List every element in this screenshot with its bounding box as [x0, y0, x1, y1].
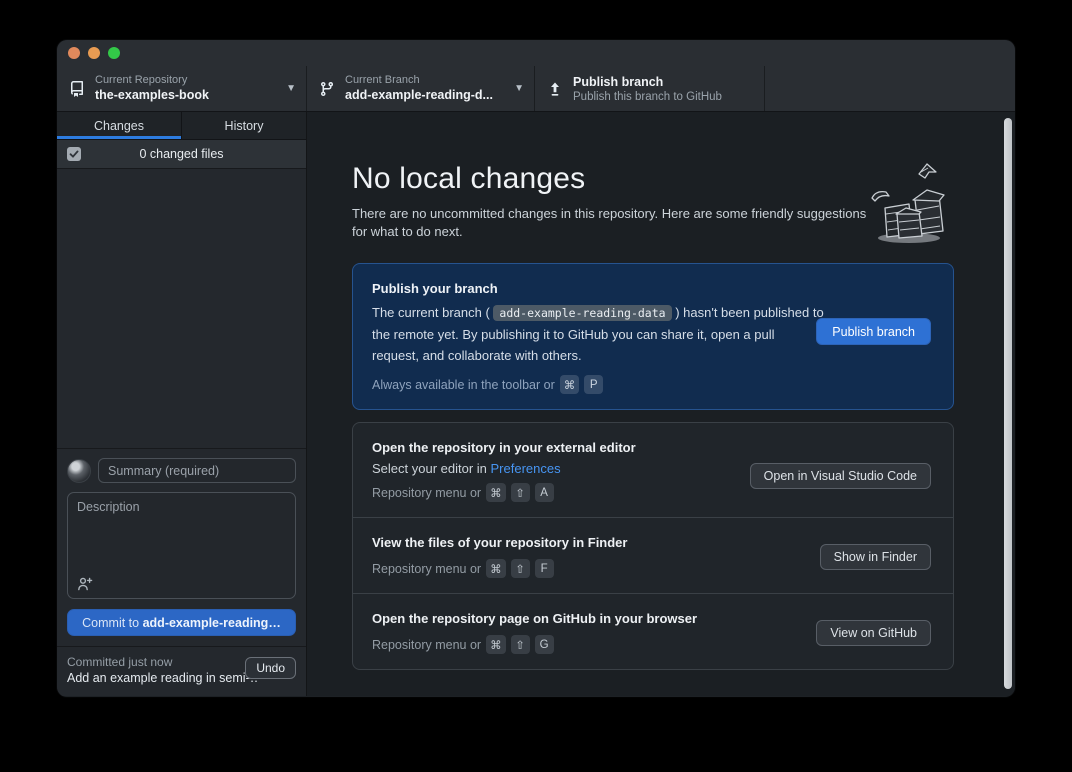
current-branch-label: Current Branch	[345, 74, 508, 87]
editor-line-text: Select your editor in	[372, 461, 491, 476]
minimize-button[interactable]	[88, 47, 100, 59]
undo-bar: Committed just now Add an example readin…	[57, 646, 306, 696]
commit-form: Commit to add-example-reading…	[57, 448, 306, 646]
git-branch-icon	[319, 81, 335, 97]
tab-history[interactable]: History	[181, 112, 306, 139]
avatar[interactable]	[67, 459, 91, 483]
current-branch-value: add-example-reading-d...	[345, 87, 508, 103]
changed-files-row: 0 changed files	[57, 140, 306, 169]
cmd-keycap: ⌘	[486, 559, 506, 578]
publish-branch-toolbar-button[interactable]: Publish branch Publish this branch to Gi…	[535, 66, 765, 111]
cmd-keycap: ⌘	[486, 635, 506, 654]
select-all-checkbox[interactable]	[67, 147, 81, 161]
close-button[interactable]	[68, 47, 80, 59]
changed-files-count: 0 changed files	[57, 147, 306, 161]
traffic-lights	[68, 47, 120, 59]
page-subtitle: There are no uncommitted changes in this…	[352, 205, 872, 241]
toolbar: Current Repository the-examples-book ▼ C…	[57, 66, 1015, 112]
g-keycap: G	[535, 635, 554, 654]
paper-basket-illustration	[863, 156, 951, 248]
a-keycap: A	[535, 483, 554, 502]
p-keycap: P	[584, 375, 603, 394]
undo-button[interactable]: Undo	[245, 657, 296, 679]
current-branch-dropdown[interactable]: Current Branch add-example-reading-d... …	[307, 66, 535, 111]
title-bar[interactable]	[57, 40, 1015, 66]
zoom-button[interactable]	[108, 47, 120, 59]
cmd-keycap: ⌘	[560, 375, 580, 394]
open-in-editor-button[interactable]: Open in Visual Studio Code	[750, 463, 931, 489]
publish-branch-title: Publish branch	[573, 74, 754, 90]
changes-history-tabs: Changes History	[57, 112, 306, 140]
main-panel: No local changes There are no uncommitte…	[307, 112, 1015, 696]
publish-hint-text: Always available in the toolbar or	[372, 378, 555, 392]
description-box	[67, 492, 296, 599]
commit-button-branch: add-example-reading…	[143, 616, 281, 630]
show-in-finder-button[interactable]: Show in Finder	[820, 544, 931, 570]
vertical-scrollbar[interactable]	[1004, 118, 1012, 689]
toolbar-spacer	[765, 66, 1015, 111]
tab-changes[interactable]: Changes	[57, 112, 181, 139]
branch-code-chip: add-example-reading-data	[493, 305, 671, 321]
changes-list-empty-area	[57, 169, 306, 448]
hint-text: Repository menu or	[372, 562, 481, 576]
shift-keycap: ⇧	[511, 559, 530, 578]
suggestion-external-editor: Open the repository in your external edi…	[353, 423, 953, 517]
last-commit-message: Add an example reading in semi-…	[67, 670, 257, 687]
check-icon	[69, 149, 79, 159]
cmd-keycap: ⌘	[486, 483, 506, 502]
commit-button-prefix: Commit to	[82, 616, 142, 630]
publish-panel-title: Publish your branch	[372, 281, 934, 296]
github-desktop-window: Current Repository the-examples-book ▼ C…	[57, 40, 1015, 697]
publish-panel-body: The current branch ( add-example-reading…	[372, 302, 824, 366]
suggestion-show-in-finder: View the files of your repository in Fin…	[353, 517, 953, 593]
chevron-down-icon: ▼	[514, 83, 524, 94]
suggestion-view-on-github: Open the repository page on GitHub in yo…	[353, 593, 953, 669]
current-repository-value: the-examples-book	[95, 87, 280, 103]
repo-icon	[69, 81, 85, 97]
publish-branch-subtitle: Publish this branch to GitHub	[573, 90, 754, 104]
summary-input[interactable]	[98, 458, 296, 483]
publish-branch-panel: Publish your branch The current branch (…	[352, 263, 954, 410]
upload-icon	[547, 81, 563, 97]
sidebar: Changes History 0 changed files	[57, 112, 307, 696]
shift-keycap: ⇧	[511, 635, 530, 654]
shift-keycap: ⇧	[511, 483, 530, 502]
hint-text: Repository menu or	[372, 638, 481, 652]
view-on-github-button[interactable]: View on GitHub	[816, 620, 931, 646]
current-repository-dropdown[interactable]: Current Repository the-examples-book ▼	[57, 66, 307, 111]
add-coauthor-icon[interactable]	[77, 576, 93, 592]
current-repository-label: Current Repository	[95, 74, 280, 87]
publish-body-before: The current branch (	[372, 305, 490, 320]
publish-branch-button[interactable]: Publish branch	[816, 318, 931, 345]
suggestion-title: Open the repository in your external edi…	[372, 439, 934, 457]
publish-shortcut-hint: Always available in the toolbar or ⌘ P	[372, 375, 934, 394]
suggestions-list: Open the repository in your external edi…	[352, 422, 954, 670]
f-keycap: F	[535, 559, 554, 578]
description-input[interactable]	[77, 500, 286, 574]
hint-text: Repository menu or	[372, 486, 481, 500]
chevron-down-icon: ▼	[286, 83, 296, 94]
preferences-link[interactable]: Preferences	[491, 461, 561, 476]
commit-button[interactable]: Commit to add-example-reading…	[67, 609, 296, 636]
